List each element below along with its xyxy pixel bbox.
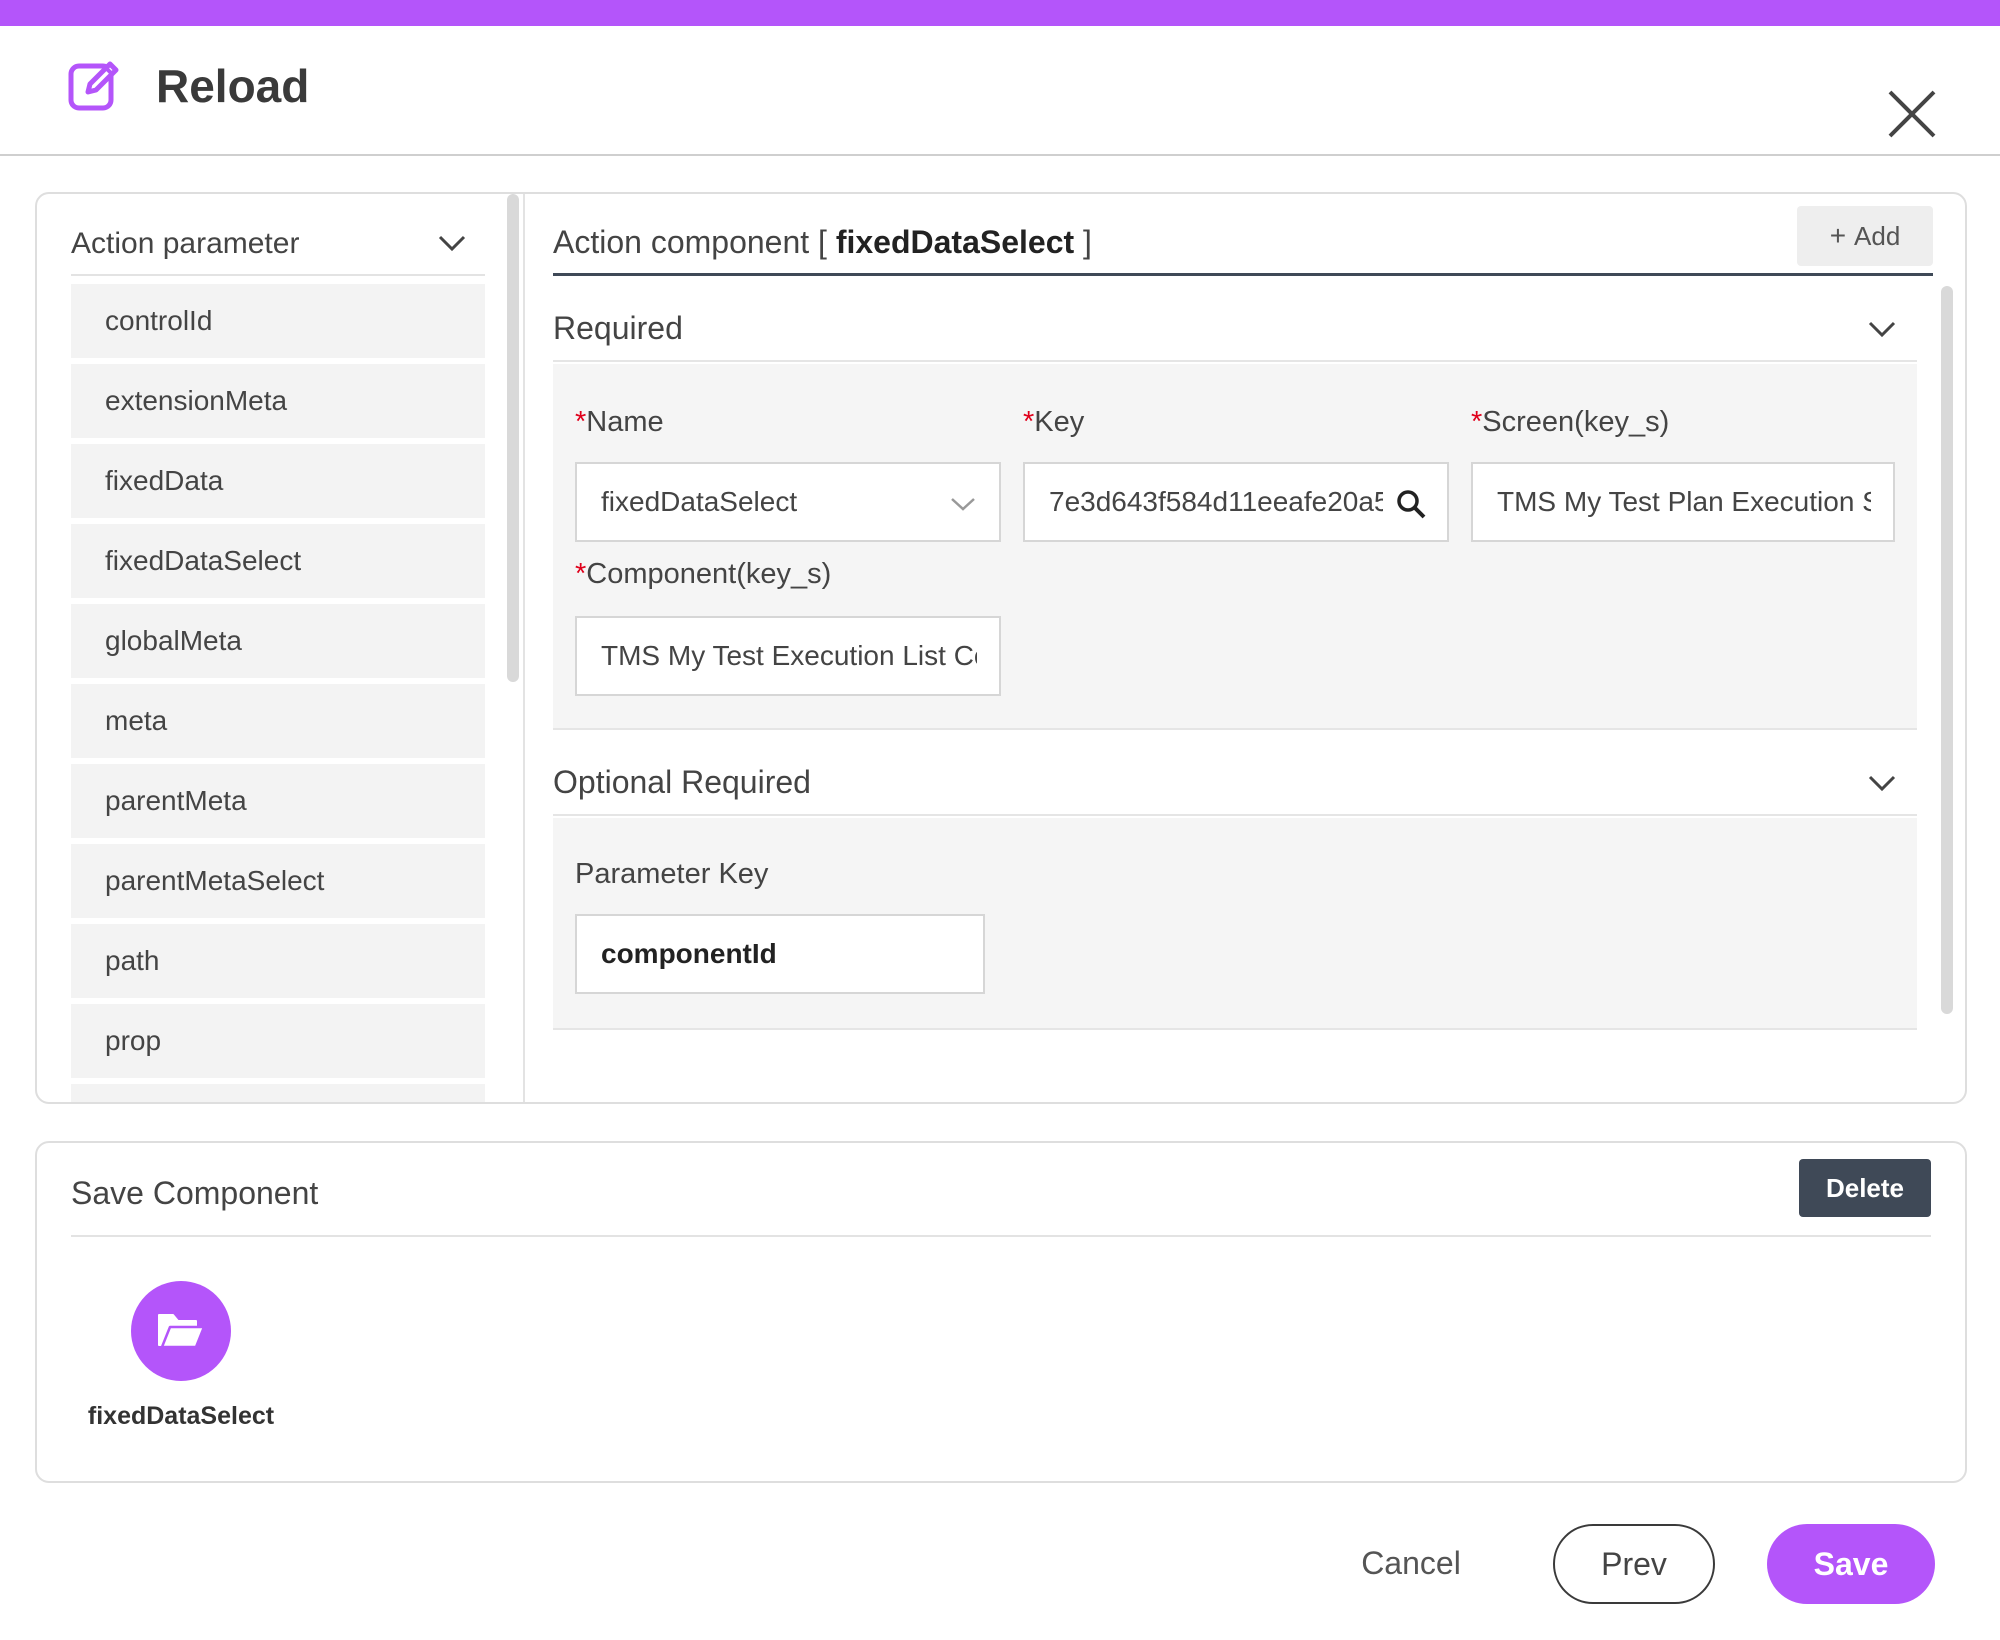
action-parameter-column: Action parameter controlId extensionMeta… [37,194,521,1102]
action-component-name: fixedDataSelect [835,224,1075,260]
component-input-value: TMS My Test Execution List Co [601,640,977,671]
action-component-header: Action component [ fixedDataSelect ] + Ad… [553,206,1933,276]
action-parameter-list: controlId extensionMeta fixedData fixedD… [71,284,485,1102]
parameter-list-scrollbar[interactable] [507,194,519,682]
parameter-item-path[interactable]: path [71,924,485,998]
saved-component-name: fixedDataSelect [87,1402,275,1430]
parameter-item-globalmeta[interactable]: globalMeta [71,604,485,678]
cancel-button[interactable]: Cancel [1346,1530,1476,1596]
save-button[interactable]: Save [1767,1524,1935,1604]
search-icon[interactable] [1395,488,1427,520]
key-search-input[interactable]: 7e3d643f584d11eeafe20a5 [1023,462,1449,542]
component-label-text: Component(key_s) [586,558,832,590]
required-asterisk: * [575,558,587,590]
action-parameter-header[interactable]: Action parameter [71,220,485,276]
required-asterisk: * [1023,406,1035,438]
optional-section-title: Optional Required [553,764,811,800]
component-circle [131,1281,231,1381]
key-input-value: 7e3d643f584d11eeafe20a5 [1049,486,1383,517]
action-component-column: Action component [ fixedDataSelect ] + Ad… [553,194,1965,1102]
screen-field-label: *Screen(key_s) [1471,402,1669,442]
screen-label-text: Screen(key_s) [1482,406,1670,438]
chevron-down-icon [951,498,975,511]
screen-key-input[interactable]: TMS My Test Plan Execution Sc [1471,462,1895,542]
screen-input-value: TMS My Test Plan Execution Sc [1497,486,1871,517]
save-component-header: Save Component Delete [71,1143,1931,1237]
parameter-item-parentmetaselect[interactable]: parentMetaSelect [71,844,485,918]
prev-button[interactable]: Prev [1553,1524,1715,1604]
name-label-text: Name [586,406,664,438]
component-panel-scrollbar[interactable] [1941,286,1953,1014]
chevron-down-icon[interactable] [1867,318,1897,340]
delete-button[interactable]: Delete [1799,1159,1931,1217]
saved-component-item[interactable]: fixedDataSelect [81,1281,281,1433]
chevron-down-icon[interactable] [1867,772,1897,794]
parameter-item-fixeddataselect[interactable]: fixedDataSelect [71,524,485,598]
action-settings-panel: Action parameter controlId extensionMeta… [35,192,1967,1104]
close-icon[interactable] [1884,86,1940,142]
parameter-item-partial[interactable] [71,1084,485,1102]
folder-open-icon [158,1314,206,1349]
parameter-key-label: Parameter Key [575,858,769,890]
required-section-body: *Name fixedDataSelect *Key 7e3d643f584d1… [553,364,1917,730]
parameter-key-value: componentId [601,938,777,969]
save-component-title: Save Component [71,1175,319,1211]
dialog-title: Reload [156,60,310,112]
action-parameter-title: Action parameter [71,227,300,260]
column-divider [523,194,525,1102]
name-field-label: *Name [575,402,664,442]
component-key-input[interactable]: TMS My Test Execution List Co [575,616,1001,696]
key-field-label: *Key [1023,402,1084,442]
parameter-item-extensionmeta[interactable]: extensionMeta [71,364,485,438]
add-button[interactable]: + Add [1797,206,1933,266]
action-component-title-suffix: ] [1074,224,1092,260]
dialog-header: Reload [0,26,2000,156]
name-select[interactable]: fixedDataSelect [575,462,1001,542]
required-section-title: Required [553,310,683,346]
name-select-value: fixedDataSelect [601,486,798,517]
dialog-top-accent-bar [0,0,2000,26]
action-component-title-prefix: Action component [ [553,224,836,260]
required-asterisk: * [1471,406,1483,438]
save-component-panel: Save Component Delete fixedDataSelect [35,1141,1967,1483]
parameter-item-parentmeta[interactable]: parentMeta [71,764,485,838]
action-component-title: Action component [ fixedDataSelect ] [553,220,1092,264]
parameter-item-fixeddata[interactable]: fixedData [71,444,485,518]
component-field-label: *Component(key_s) [575,554,831,594]
parameter-item-controlid[interactable]: controlId [71,284,485,358]
optional-section-header[interactable]: Optional Required [553,746,1917,816]
plus-icon: + [1829,220,1847,251]
parameter-item-meta[interactable]: meta [71,684,485,758]
parameter-item-prop[interactable]: prop [71,1004,485,1078]
add-button-label: Add [1854,221,1901,251]
chevron-down-icon[interactable] [437,232,467,254]
required-section-header[interactable]: Required [553,292,1917,362]
edit-icon [68,61,119,111]
key-label-text: Key [1034,406,1085,438]
parameter-key-input[interactable]: componentId [575,914,985,994]
optional-section-body: Parameter Key componentId [553,818,1917,1030]
required-asterisk: * [575,406,587,438]
